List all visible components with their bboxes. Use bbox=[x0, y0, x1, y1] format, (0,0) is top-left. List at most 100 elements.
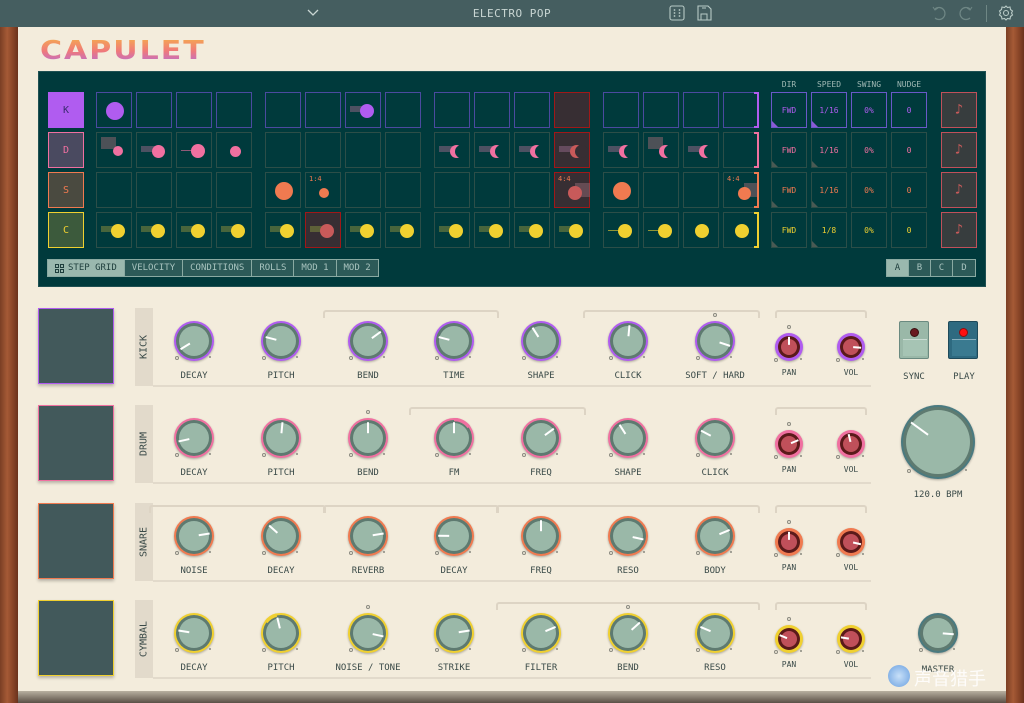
step-cell[interactable] bbox=[434, 172, 470, 208]
drum-knob-click[interactable] bbox=[695, 418, 735, 458]
track-speed[interactable]: 1/16 bbox=[811, 172, 847, 208]
pattern-d[interactable]: D bbox=[953, 260, 975, 276]
step-cell[interactable] bbox=[345, 132, 381, 168]
step-cell[interactable] bbox=[643, 172, 679, 208]
loop-end-bracket[interactable] bbox=[754, 172, 759, 208]
drum-knob-bend[interactable] bbox=[348, 418, 388, 458]
step-cell[interactable] bbox=[265, 212, 301, 248]
kick-knob-time[interactable] bbox=[434, 321, 474, 361]
step-cell[interactable] bbox=[176, 212, 212, 248]
drum-trigger-pad[interactable] bbox=[38, 405, 114, 481]
midi-note-button[interactable]: ♪ bbox=[941, 132, 977, 168]
tab-mod-1[interactable]: MOD 1 bbox=[294, 260, 337, 276]
snare-knob-body[interactable] bbox=[695, 516, 735, 556]
step-cell[interactable] bbox=[385, 92, 421, 128]
pattern-a[interactable]: A bbox=[887, 260, 909, 276]
loop-end-bracket[interactable] bbox=[754, 132, 759, 168]
step-cell[interactable] bbox=[643, 212, 679, 248]
kick-trigger-pad[interactable] bbox=[38, 308, 114, 384]
drum-knob-freq[interactable] bbox=[521, 418, 561, 458]
tab-velocity[interactable]: VELOCITY bbox=[124, 260, 184, 276]
tab-mod-2[interactable]: MOD 2 bbox=[336, 260, 378, 276]
step-cell[interactable] bbox=[305, 92, 341, 128]
track-swing[interactable]: 0% bbox=[851, 132, 887, 168]
kick-vol-knob[interactable] bbox=[837, 333, 865, 361]
drum-knob-pitch[interactable] bbox=[261, 418, 301, 458]
track-select-snare[interactable]: S bbox=[48, 172, 84, 208]
drum-pan-knob[interactable] bbox=[775, 430, 803, 458]
cymbal-trigger-pad[interactable] bbox=[38, 600, 114, 676]
track-nudge[interactable]: 0 bbox=[891, 172, 927, 208]
undo-icon[interactable] bbox=[930, 4, 948, 22]
master-volume-knob[interactable] bbox=[918, 613, 958, 653]
kick-knob-shape[interactable] bbox=[521, 321, 561, 361]
drum-knob-fm[interactable] bbox=[434, 418, 474, 458]
step-cell[interactable] bbox=[434, 92, 470, 128]
cymbal-vol-knob[interactable] bbox=[837, 625, 865, 653]
track-speed[interactable]: 1/8 bbox=[811, 212, 847, 248]
step-cell[interactable] bbox=[474, 212, 510, 248]
pattern-b[interactable]: B bbox=[909, 260, 931, 276]
step-cell[interactable] bbox=[265, 92, 301, 128]
tab-step-grid[interactable]: STEP GRID bbox=[48, 260, 125, 276]
step-cell[interactable] bbox=[514, 92, 550, 128]
track-select-cymbal[interactable]: C bbox=[48, 212, 84, 248]
step-cell[interactable] bbox=[683, 172, 719, 208]
tempo-knob[interactable] bbox=[901, 405, 975, 479]
snare-vol-knob[interactable] bbox=[837, 528, 865, 556]
snare-trigger-pad[interactable] bbox=[38, 503, 114, 579]
tab-conditions[interactable]: CONDITIONS bbox=[183, 260, 253, 276]
step-cell[interactable] bbox=[216, 212, 252, 248]
snare-knob-freq[interactable] bbox=[521, 516, 561, 556]
step-cell[interactable] bbox=[474, 172, 510, 208]
midi-note-button[interactable]: ♪ bbox=[941, 172, 977, 208]
step-cell[interactable] bbox=[136, 92, 172, 128]
step-cell[interactable] bbox=[305, 132, 341, 168]
step-cell[interactable] bbox=[683, 92, 719, 128]
track-swing[interactable]: 0% bbox=[851, 172, 887, 208]
midi-note-button[interactable]: ♪ bbox=[941, 212, 977, 248]
track-nudge[interactable]: 0 bbox=[891, 92, 927, 128]
cymbal-knob-reso[interactable] bbox=[695, 613, 735, 653]
step-cell[interactable] bbox=[683, 212, 719, 248]
cymbal-knob-pitch[interactable] bbox=[261, 613, 301, 653]
cymbal-knob-filter[interactable] bbox=[521, 613, 561, 653]
step-cell[interactable] bbox=[136, 172, 172, 208]
kick-knob-decay[interactable] bbox=[174, 321, 214, 361]
step-cell[interactable] bbox=[345, 92, 381, 128]
loop-end-bracket[interactable] bbox=[754, 92, 759, 128]
step-cell[interactable] bbox=[554, 92, 590, 128]
step-cell[interactable] bbox=[434, 212, 470, 248]
step-cell[interactable] bbox=[96, 132, 132, 168]
track-dir[interactable]: FWD bbox=[771, 212, 807, 248]
kick-pan-knob[interactable] bbox=[775, 333, 803, 361]
loop-end-bracket[interactable] bbox=[754, 212, 759, 248]
step-cell[interactable] bbox=[305, 212, 341, 248]
midi-note-button[interactable]: ♪ bbox=[941, 92, 977, 128]
step-cell[interactable] bbox=[603, 132, 639, 168]
step-cell[interactable] bbox=[176, 92, 212, 128]
step-cell[interactable] bbox=[474, 132, 510, 168]
step-cell[interactable] bbox=[603, 92, 639, 128]
drum-knob-shape[interactable] bbox=[608, 418, 648, 458]
step-cell[interactable] bbox=[434, 132, 470, 168]
step-cell[interactable] bbox=[554, 132, 590, 168]
step-cell[interactable] bbox=[136, 132, 172, 168]
cymbal-knob-noise-tone[interactable] bbox=[348, 613, 388, 653]
snare-knob-reso[interactable] bbox=[608, 516, 648, 556]
step-cell[interactable] bbox=[603, 172, 639, 208]
cymbal-knob-decay[interactable] bbox=[174, 613, 214, 653]
sync-button[interactable] bbox=[899, 321, 929, 359]
step-cell[interactable] bbox=[385, 132, 421, 168]
step-cell[interactable] bbox=[136, 212, 172, 248]
step-cell[interactable] bbox=[176, 172, 212, 208]
preset-name[interactable]: ELECTRO POP bbox=[0, 7, 1024, 20]
track-nudge[interactable]: 0 bbox=[891, 132, 927, 168]
step-cell[interactable] bbox=[216, 172, 252, 208]
step-cell[interactable] bbox=[474, 92, 510, 128]
track-speed[interactable]: 1/16 bbox=[811, 92, 847, 128]
track-nudge[interactable]: 0 bbox=[891, 212, 927, 248]
cymbal-knob-strike[interactable] bbox=[434, 613, 474, 653]
snare-knob-reverb[interactable] bbox=[348, 516, 388, 556]
step-cell[interactable] bbox=[96, 92, 132, 128]
